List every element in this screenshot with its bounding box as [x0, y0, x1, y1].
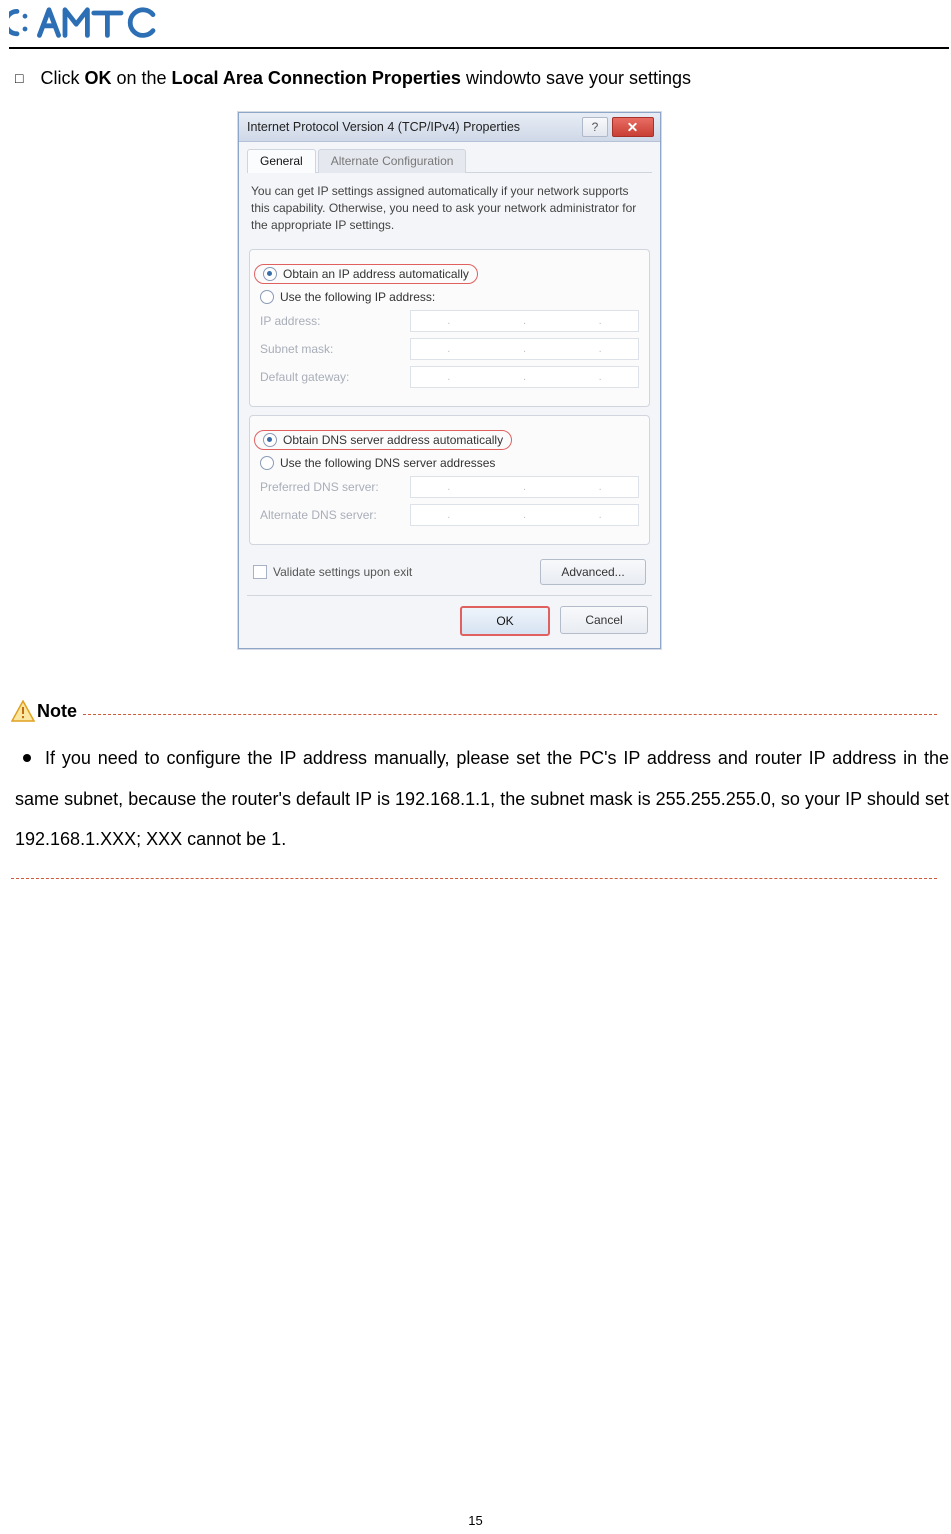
field-label: Default gateway: [260, 370, 410, 384]
dialog-description: You can get IP settings assigned automat… [247, 181, 652, 243]
dns-settings-group: Obtain DNS server address automatically … [249, 415, 650, 545]
close-button[interactable] [612, 117, 654, 137]
ip-address-input: ... [410, 310, 639, 332]
amtc-logo [9, 4, 161, 42]
instr-mid: on the [111, 68, 171, 88]
ip-settings-group: Obtain an IP address automatically Use t… [249, 249, 650, 407]
note-bottom-dash [11, 878, 937, 879]
radio-label: Obtain an IP address automatically [283, 267, 469, 281]
note-label: Note [37, 701, 77, 722]
note-body: If you need to configure the IP address … [15, 738, 949, 860]
field-ip-address: IP address: ... [260, 310, 639, 332]
ipv4-properties-dialog: Internet Protocol Version 4 (TCP/IPv4) P… [238, 112, 661, 649]
note-header: Note [11, 700, 937, 722]
field-subnet-mask: Subnet mask: ... [260, 338, 639, 360]
dialog-tabbar: General Alternate Configuration [247, 148, 652, 173]
tab-general[interactable]: General [247, 149, 316, 173]
radio-label: Obtain DNS server address automatically [283, 433, 503, 447]
instruction-line: □ Click OK on the Local Area Connection … [15, 64, 936, 93]
instr-pre: Click [40, 68, 84, 88]
radio-icon [260, 456, 274, 470]
radio-use-following-dns[interactable]: Use the following DNS server addresses [260, 456, 639, 470]
field-label: Alternate DNS server: [260, 508, 410, 522]
cancel-button[interactable]: Cancel [560, 606, 648, 634]
radio-obtain-dns-auto[interactable]: Obtain DNS server address automatically [254, 430, 512, 450]
bullet-icon [23, 754, 31, 762]
header-rule [9, 47, 949, 49]
help-button[interactable]: ? [582, 117, 608, 137]
tab-alternate-configuration[interactable]: Alternate Configuration [318, 149, 467, 173]
field-label: Subnet mask: [260, 342, 410, 356]
note-text: If you need to configure the IP address … [15, 748, 949, 849]
radio-icon [263, 433, 277, 447]
subnet-mask-input: ... [410, 338, 639, 360]
dialog-titlebar: Internet Protocol Version 4 (TCP/IPv4) P… [239, 113, 660, 142]
instr-bold2: Local Area Connection Properties [172, 68, 461, 88]
validate-checkbox[interactable] [253, 565, 267, 579]
ok-button[interactable]: OK [460, 606, 550, 636]
field-alternate-dns: Alternate DNS server: ... [260, 504, 639, 526]
radio-use-following-ip[interactable]: Use the following IP address: [260, 290, 639, 304]
validate-row: Validate settings upon exit Advanced... [253, 559, 646, 585]
alternate-dns-input: ... [410, 504, 639, 526]
radio-icon [260, 290, 274, 304]
default-gateway-input: ... [410, 366, 639, 388]
advanced-button[interactable]: Advanced... [540, 559, 646, 585]
page-number: 15 [0, 1513, 951, 1528]
radio-icon [263, 267, 277, 281]
field-default-gateway: Default gateway: ... [260, 366, 639, 388]
radio-label: Use the following IP address: [280, 290, 435, 304]
instr-ok: OK [84, 68, 111, 88]
instr-post: windowto save your settings [461, 68, 691, 88]
warning-icon [11, 700, 35, 722]
field-label: IP address: [260, 314, 410, 328]
radio-obtain-ip-auto[interactable]: Obtain an IP address automatically [254, 264, 478, 284]
note-top-dash [83, 714, 937, 715]
dialog-title-text: Internet Protocol Version 4 (TCP/IPv4) P… [247, 120, 520, 134]
field-preferred-dns: Preferred DNS server: ... [260, 476, 639, 498]
step-marker: □ [15, 67, 23, 89]
validate-label: Validate settings upon exit [273, 565, 540, 579]
field-label: Preferred DNS server: [260, 480, 410, 494]
dialog-footer: OK Cancel [247, 595, 652, 638]
radio-label: Use the following DNS server addresses [280, 456, 495, 470]
preferred-dns-input: ... [410, 476, 639, 498]
